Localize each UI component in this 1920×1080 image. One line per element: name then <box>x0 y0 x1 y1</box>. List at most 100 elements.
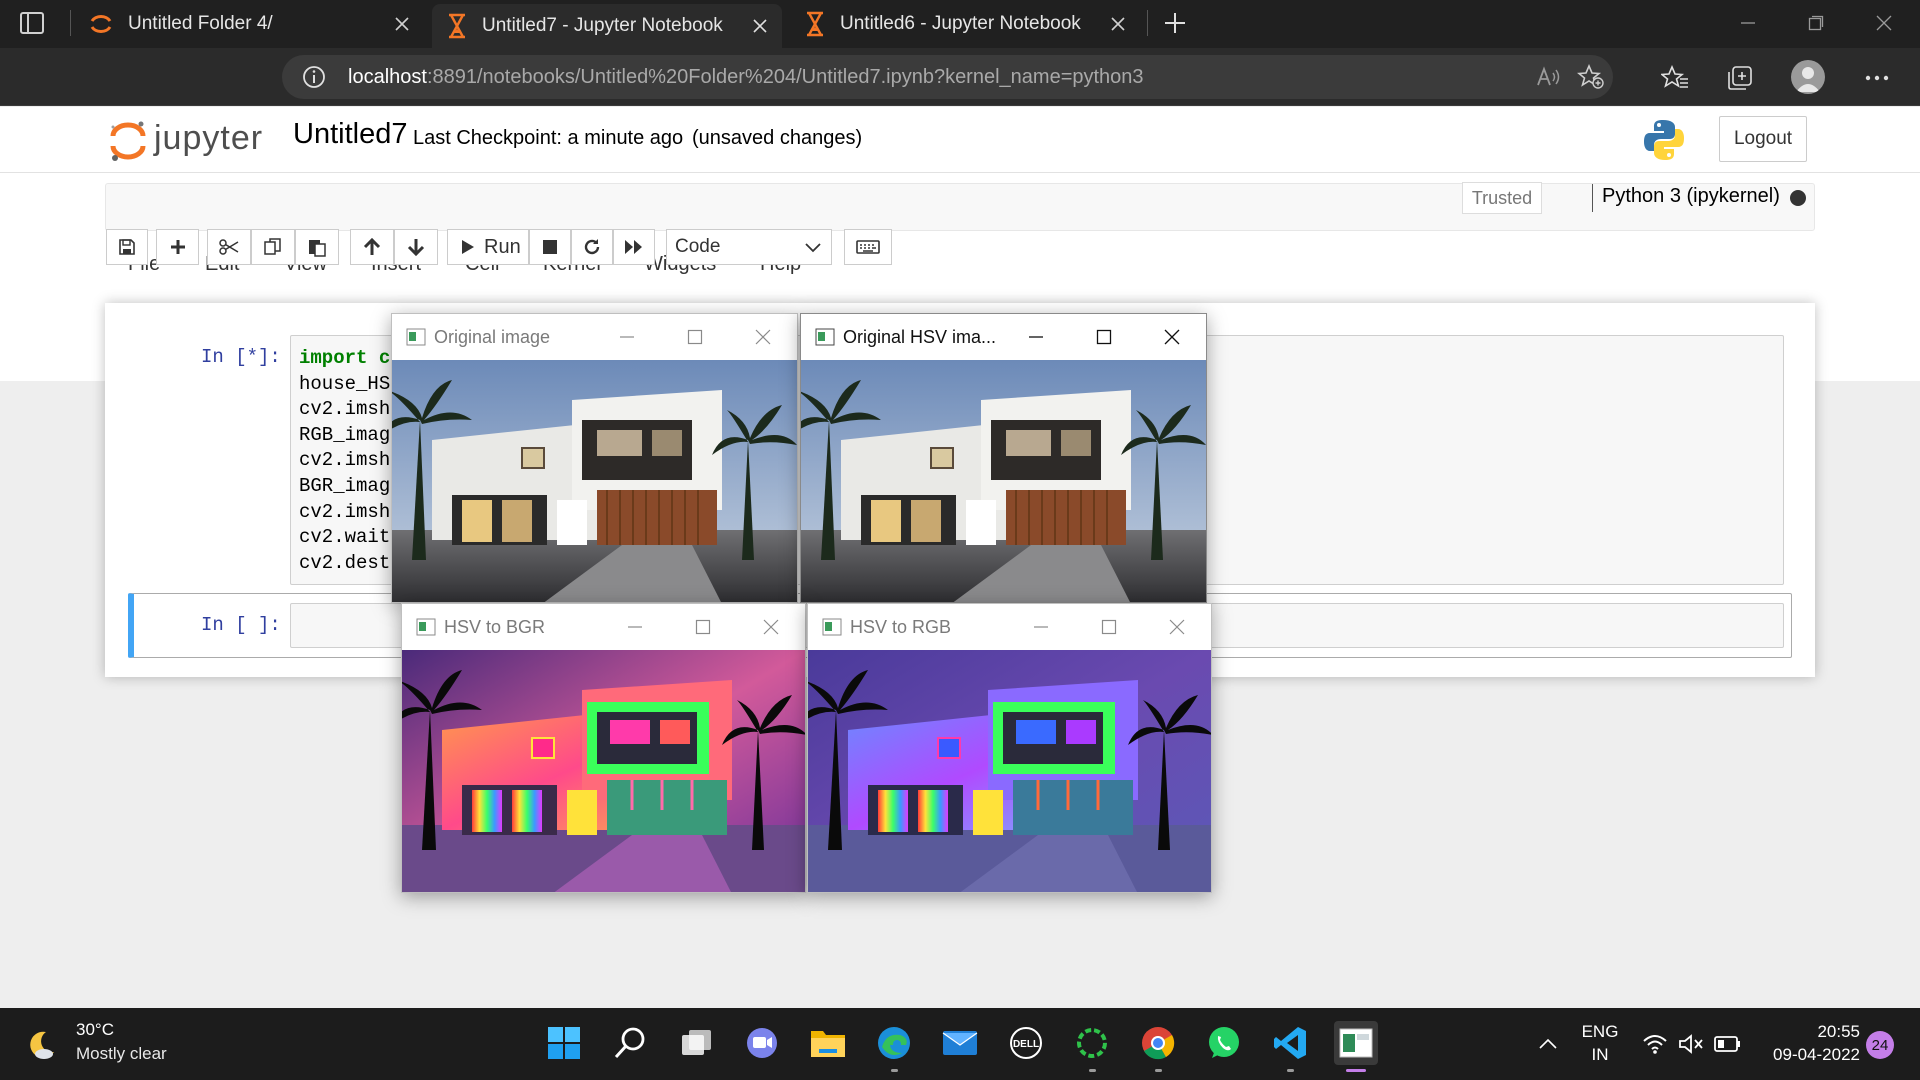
profile-avatar[interactable] <box>1791 60 1825 94</box>
run-button[interactable]: Run <box>447 229 529 265</box>
move-down-button[interactable] <box>394 229 438 265</box>
chrome-button[interactable] <box>1136 1021 1180 1072</box>
close-window-button[interactable] <box>1850 0 1918 46</box>
edge-button[interactable] <box>872 1021 916 1072</box>
add-favorite-icon[interactable] <box>1577 64 1605 90</box>
cv-window-hsv-to-bgr[interactable]: HSV to BGR <box>401 603 806 893</box>
cv-close-button[interactable] <box>729 314 797 360</box>
moon-icon <box>30 1031 54 1059</box>
favorites-button[interactable] <box>1655 61 1695 95</box>
close-tab-icon[interactable] <box>752 18 768 34</box>
close-tab-icon[interactable] <box>1110 16 1126 32</box>
cv-minimize-button[interactable] <box>601 604 669 650</box>
task-view-button[interactable] <box>674 1021 718 1065</box>
cv-window-titlebar[interactable]: HSV to BGR <box>402 604 805 650</box>
vscode-button[interactable] <box>1268 1021 1312 1072</box>
url-host: localhost <box>348 65 427 88</box>
cv-window-titlebar[interactable]: Original HSV ima... <box>801 314 1206 360</box>
notification-badge[interactable]: 24 <box>1866 1031 1894 1059</box>
minimize-icon <box>1034 626 1048 628</box>
cv-minimize-button[interactable] <box>593 314 661 360</box>
command-palette-button[interactable] <box>844 229 892 265</box>
scissors-icon <box>219 239 239 255</box>
cv-window-original-image[interactable]: Original image <box>391 313 798 603</box>
chevron-up-icon[interactable] <box>1538 1038 1558 1050</box>
teams-chat-button[interactable] <box>740 1021 784 1065</box>
mail-button[interactable] <box>938 1021 982 1065</box>
cv-close-button[interactable] <box>737 604 805 650</box>
trusted-indicator[interactable]: Trusted <box>1462 182 1542 214</box>
close-tab-icon[interactable] <box>394 16 410 32</box>
tab-untitled6[interactable]: Untitled6 - Jupyter Notebook <box>790 6 1140 42</box>
cell-type-select[interactable]: Code <box>666 229 832 265</box>
kernel-name[interactable]: Python 3 (ipykernel) <box>1602 185 1780 208</box>
jupyter-logo[interactable]: jupyter <box>108 115 268 165</box>
new-tab-button[interactable] <box>1160 8 1190 38</box>
address-bar[interactable]: localhost:8891/notebooks/Untitled%20Fold… <box>282 55 1613 99</box>
tab-actions-icon[interactable] <box>20 12 44 34</box>
save-icon <box>119 239 135 255</box>
python-window-button[interactable] <box>1334 1021 1378 1072</box>
restore-button[interactable] <box>1782 0 1850 46</box>
collections-icon <box>1728 66 1752 90</box>
read-aloud-icon[interactable] <box>1536 65 1562 89</box>
move-up-button[interactable] <box>350 229 394 265</box>
mail-icon <box>942 1031 978 1055</box>
logout-label: Logout <box>1733 128 1793 149</box>
logout-button[interactable]: Logout <box>1719 116 1807 162</box>
tab-untitled7[interactable]: Untitled7 - Jupyter Notebook <box>432 4 782 48</box>
cv-window-original-hsv[interactable]: Original HSV ima... <box>800 313 1207 603</box>
edge-icon <box>878 1027 910 1059</box>
collections-button[interactable] <box>1720 61 1760 95</box>
plus-icon <box>170 240 185 254</box>
cv-maximize-button[interactable] <box>669 604 737 650</box>
cv-minimize-button[interactable] <box>1002 314 1070 360</box>
restart-run-all-button[interactable] <box>613 229 655 265</box>
notebook-name[interactable]: Untitled7 <box>293 118 407 151</box>
search-button[interactable] <box>608 1021 652 1065</box>
jupyter-app-button[interactable] <box>1070 1021 1114 1072</box>
whatsapp-button[interactable] <box>1202 1021 1246 1065</box>
cv-maximize-button[interactable] <box>1070 314 1138 360</box>
jupyter-logo-icon <box>110 121 146 161</box>
save-button[interactable] <box>106 229 148 265</box>
cv-window-titlebar[interactable]: Original image <box>392 314 797 360</box>
tab-untitled-folder[interactable]: Untitled Folder 4/ <box>74 6 424 42</box>
cv-minimize-button[interactable] <box>1007 604 1075 650</box>
restart-icon <box>584 239 600 255</box>
cv-window-titlebar[interactable]: HSV to RGB <box>808 604 1211 650</box>
wifi-icon[interactable] <box>1642 1033 1668 1055</box>
chat-icon <box>747 1028 777 1058</box>
volume-muted-icon[interactable] <box>1678 1033 1704 1055</box>
clock-date: 09-04-2022 <box>1773 1045 1860 1064</box>
cv-close-button[interactable] <box>1143 604 1211 650</box>
cv-maximize-button[interactable] <box>1075 604 1143 650</box>
info-icon[interactable] <box>302 65 326 89</box>
dell-icon: DELL <box>1010 1027 1042 1059</box>
cut-button[interactable] <box>207 229 251 265</box>
cv-maximize-button[interactable] <box>661 314 729 360</box>
cv-close-button[interactable] <box>1138 314 1206 360</box>
more-icon <box>1865 75 1889 81</box>
cv-window-hsv-to-rgb[interactable]: HSV to RGB <box>807 603 1212 893</box>
clock[interactable]: 20:55 09-04-2022 <box>1750 1022 1860 1065</box>
maximize-icon <box>687 329 703 345</box>
settings-more-button[interactable] <box>1857 61 1897 95</box>
play-icon <box>462 240 474 254</box>
battery-icon[interactable] <box>1714 1035 1742 1053</box>
paste-button[interactable] <box>295 229 339 265</box>
opencv-window-icon <box>822 618 842 636</box>
minimize-icon <box>620 336 634 338</box>
task-view-icon <box>682 1030 711 1055</box>
favorites-icon <box>1661 65 1688 88</box>
start-button[interactable] <box>542 1021 586 1065</box>
copy-button[interactable] <box>251 229 295 265</box>
language-indicator[interactable]: ENG IN <box>1578 1022 1622 1065</box>
minimize-button[interactable] <box>1714 0 1782 46</box>
weather-widget[interactable]: 30°C Mostly clear <box>24 1018 204 1070</box>
restart-button[interactable] <box>571 229 613 265</box>
interrupt-button[interactable] <box>529 229 571 265</box>
dell-button[interactable]: DELL <box>1004 1021 1048 1065</box>
insert-cell-button[interactable] <box>156 229 199 265</box>
file-explorer-button[interactable] <box>806 1021 850 1065</box>
